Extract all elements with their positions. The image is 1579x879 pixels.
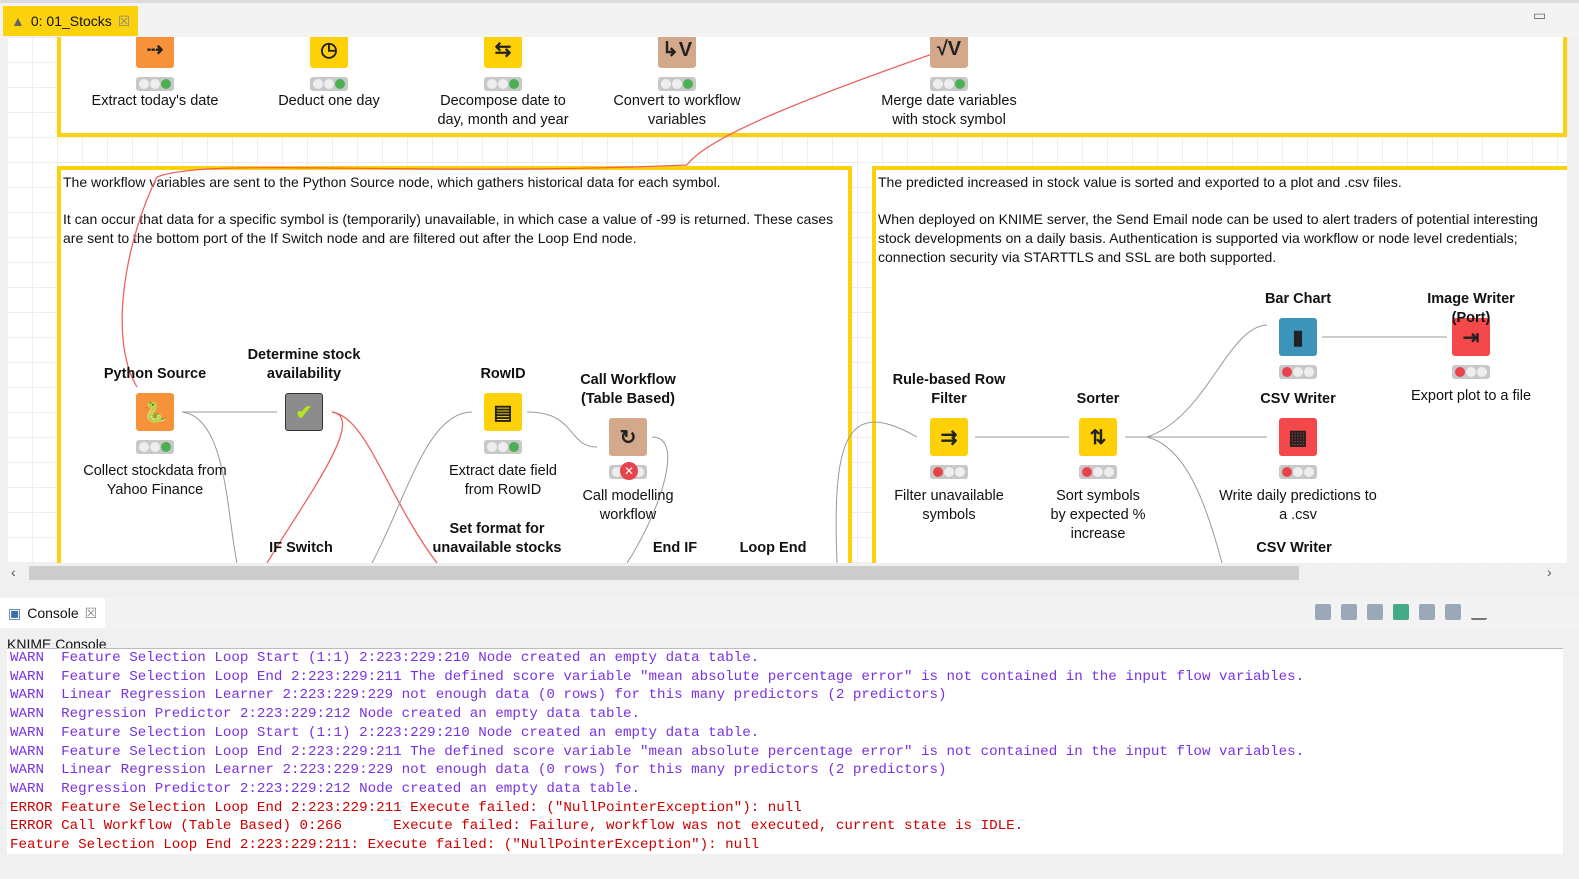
node-status-lights: [484, 440, 522, 454]
node-box[interactable]: ⇆: [484, 37, 522, 68]
console-line: WARN Regression Predictor 2:223:229:212 …: [10, 780, 641, 797]
error-icon: ✕: [620, 462, 638, 480]
tab-label: 0: 01_Stocks: [30, 13, 112, 29]
node-title: CSV Writer: [1260, 391, 1336, 407]
node-title: Set format for unavailable stocks: [432, 521, 562, 556]
console-line: ERROR Feature Selection Loop End 2:223:2…: [10, 799, 802, 816]
node-box[interactable]: ✔: [285, 393, 323, 431]
scroll-right-icon[interactable]: ›: [1547, 564, 1552, 580]
node-status-lights: [310, 77, 348, 91]
node-box[interactable]: ⇉: [930, 418, 968, 456]
warning-triangle-icon: ▲: [11, 13, 25, 29]
console-output[interactable]: WARN Feature Selection Loop Start (1:1) …: [7, 648, 1563, 854]
node-title: End IF: [652, 540, 698, 556]
node-box[interactable]: ▮: [1279, 318, 1317, 356]
node-box[interactable]: ⇢: [136, 37, 174, 68]
editor-tab-bar: ▲ 0: 01_Stocks ☒ ▭: [0, 0, 1579, 37]
node-title: Call Workflow (Table Based): [580, 372, 676, 407]
console-toolbar: [1310, 604, 1492, 623]
node-status-lights: [1279, 465, 1317, 479]
node-status-lights: [136, 77, 174, 91]
close-icon[interactable]: ☒: [85, 605, 98, 622]
node-title: Image Writer (Port): [1427, 291, 1515, 326]
close-icon[interactable]: ☒: [118, 13, 131, 30]
node-title: Python Source: [103, 366, 207, 382]
console-line: WARN Feature Selection Loop Start (1:1) …: [10, 724, 760, 741]
node-box[interactable]: ▤: [484, 393, 522, 431]
node-box[interactable]: ↳V: [658, 37, 696, 68]
node-box[interactable]: ◷: [310, 37, 348, 68]
node-box[interactable]: √V: [930, 37, 968, 68]
node-title: IF Switch: [269, 540, 333, 556]
tab-01-stocks[interactable]: ▲ 0: 01_Stocks ☒: [3, 6, 139, 36]
node-description: Write daily predictions to a .csv: [1219, 488, 1377, 523]
node-status-lights: [1452, 365, 1490, 379]
node-description: Deduct one day: [278, 93, 380, 109]
node-title: CSV Writer: [1256, 540, 1332, 556]
console-line: WARN Feature Selection Loop Start (1:1) …: [10, 650, 760, 666]
node-box[interactable]: 🐍: [136, 393, 174, 431]
console-line: Feature Selection Loop End 2:223:229:211…: [10, 837, 760, 854]
node-status-lights: [658, 77, 696, 91]
node-description: Export plot to a file: [1410, 388, 1532, 404]
node-status-lights: [136, 440, 174, 454]
node-status-lights: [1279, 365, 1317, 379]
console-icon: ▣: [8, 604, 22, 621]
node-status-lights: [930, 465, 968, 479]
node-status-lights: ✕: [609, 462, 647, 480]
console-line: WARN Linear Regression Learner 2:223:229…: [10, 762, 947, 779]
word-wrap-icon[interactable]: [1367, 604, 1383, 620]
node-description: Convert to workflow variables: [613, 93, 741, 128]
node-description: Sort symbols by expected % increase: [1050, 488, 1146, 542]
node-description: Collect stockdata from Yahoo Finance: [83, 463, 227, 498]
minimize-icon[interactable]: ▭: [1533, 7, 1546, 24]
canvas-horizontal-scrollbar[interactable]: ‹ ›: [7, 563, 1567, 583]
node-description: Merge date variables with stock symbol: [881, 93, 1017, 128]
console-line: WARN Feature Selection Loop End 2:223:22…: [10, 743, 1305, 760]
console-line: WARN Linear Regression Learner 2:223:229…: [10, 687, 947, 704]
tab-console[interactable]: ▣ Console ☒: [0, 598, 106, 628]
pin-console-icon[interactable]: [1393, 604, 1409, 620]
node-status-lights: [484, 77, 522, 91]
node-box[interactable]: ⇅: [1079, 418, 1117, 456]
node-description: Decompose date to day, month and year: [437, 93, 569, 128]
node-title: Loop End: [739, 540, 807, 556]
node-title: Sorter: [1076, 391, 1120, 407]
open-console-icon[interactable]: [1445, 604, 1461, 620]
node-status-lights: [930, 77, 968, 91]
node-description: Filter unavailable symbols: [894, 488, 1004, 523]
node-box[interactable]: ↻: [609, 418, 647, 456]
node-box[interactable]: ▦: [1279, 418, 1317, 456]
node-description: Extract date field from RowID: [449, 463, 557, 498]
console-tab-bar: ▣ Console ☒: [0, 598, 1579, 628]
node-title: Bar Chart: [1264, 291, 1332, 307]
node-title: Rule-based Row Filter: [892, 372, 1006, 407]
node-status-lights: [1079, 465, 1117, 479]
display-console-icon[interactable]: [1419, 604, 1435, 620]
scroll-left-icon[interactable]: ‹: [11, 564, 16, 580]
scroll-lock-icon[interactable]: [1341, 604, 1357, 620]
clear-console-icon[interactable]: [1315, 604, 1331, 620]
minimize-icon[interactable]: [1471, 612, 1487, 620]
console-line: WARN Regression Predictor 2:223:229:212 …: [10, 706, 641, 723]
console-tab-label: Console: [27, 605, 79, 621]
workflow-canvas[interactable]: The workflow variables are sent to the P…: [7, 37, 1567, 563]
node-description: Extract today's date: [91, 93, 219, 109]
console-line: ERROR Call Workflow (Table Based) 0:266 …: [10, 818, 1024, 835]
console-horizontal-scrollbar[interactable]: [7, 862, 1563, 879]
node-description: Call modelling workflow: [582, 488, 674, 523]
scrollbar-thumb[interactable]: [29, 566, 1299, 580]
console-line: WARN Feature Selection Loop End 2:223:22…: [10, 668, 1305, 685]
node-title: Determine stock availability: [247, 347, 361, 382]
